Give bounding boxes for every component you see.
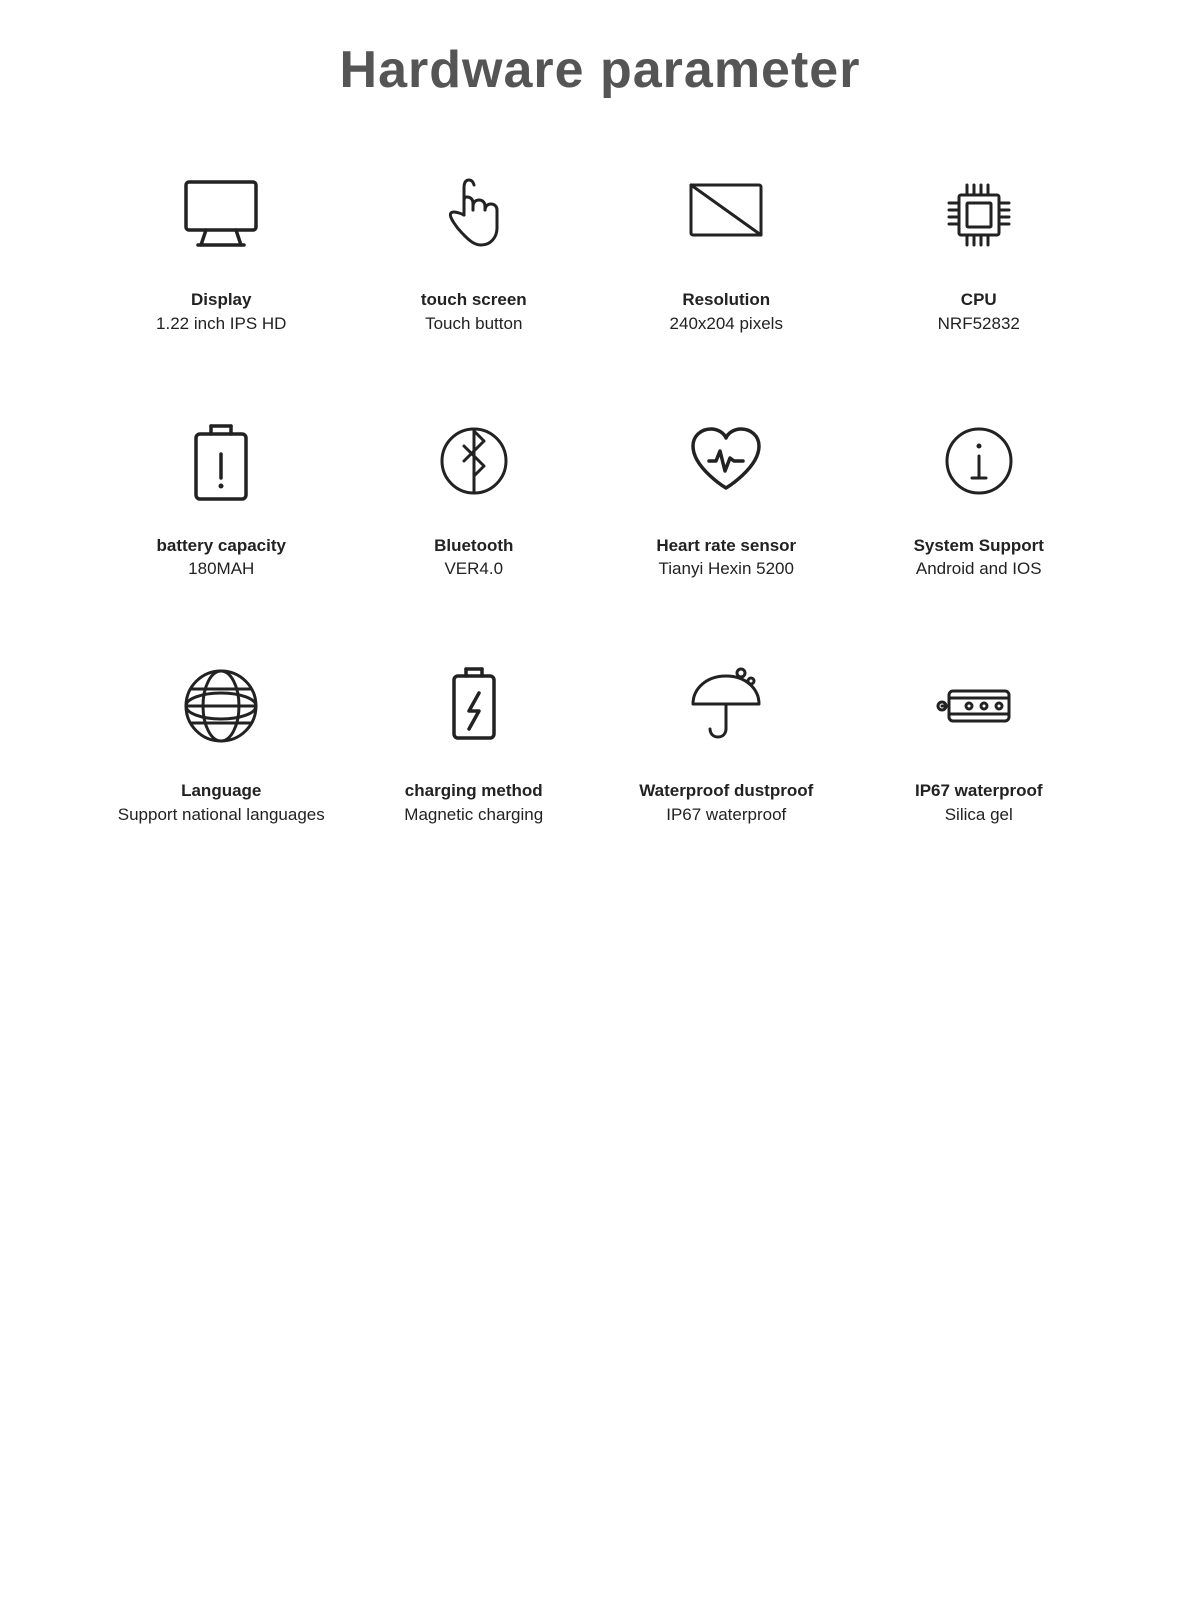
resolution-icon <box>671 160 781 270</box>
bluetooth-label-main: Bluetooth <box>434 534 513 558</box>
bluetooth-label-sub: VER4.0 <box>444 557 503 581</box>
cell-charging: charging method Magnetic charging <box>353 631 596 847</box>
charging-label-main: charging method <box>405 779 543 803</box>
cell-language: Language Support national languages <box>100 631 343 847</box>
cell-silica: IP67 waterproof Silica gel <box>858 631 1101 847</box>
waterproof-label-main: Waterproof dustproof <box>639 779 813 803</box>
waterproof-icon <box>671 651 781 761</box>
charging-label-sub: Magnetic charging <box>404 803 543 827</box>
cell-touch: touch screen Touch button <box>353 140 596 356</box>
silica-label-sub: Silica gel <box>945 803 1013 827</box>
cpu-icon <box>924 160 1034 270</box>
cell-cpu: CPU NRF52832 <box>858 140 1101 356</box>
system-label-main: System Support <box>914 534 1044 558</box>
cell-system: System Support Android and IOS <box>858 386 1101 602</box>
battery-label-main: battery capacity <box>157 534 286 558</box>
bluetooth-icon <box>419 406 529 516</box>
language-label-main: Language <box>181 779 261 803</box>
resolution-label-main: Resolution <box>682 288 770 312</box>
charging-icon <box>419 651 529 761</box>
battery-label-sub: 180MAH <box>188 557 254 581</box>
heartrate-label-sub: Tianyi Hexin 5200 <box>659 557 794 581</box>
page-title: Hardware parameter <box>340 40 861 100</box>
heartrate-icon <box>671 406 781 516</box>
language-icon <box>166 651 276 761</box>
system-icon <box>924 406 1034 516</box>
cell-bluetooth: Bluetooth VER4.0 <box>353 386 596 602</box>
display-icon <box>166 160 276 270</box>
display-label-main: Display <box>191 288 251 312</box>
display-label-sub: 1.22 inch IPS HD <box>156 312 286 336</box>
touch-label-main: touch screen <box>421 288 527 312</box>
touch-label-sub: Touch button <box>425 312 522 336</box>
cell-display: Display 1.22 inch IPS HD <box>100 140 343 356</box>
cell-battery: battery capacity 180MAH <box>100 386 343 602</box>
cpu-label-main: CPU <box>961 288 997 312</box>
heartrate-label-main: Heart rate sensor <box>656 534 796 558</box>
touch-icon <box>419 160 529 270</box>
resolution-label-sub: 240x204 pixels <box>670 312 783 336</box>
language-label-sub: Support national languages <box>118 803 325 827</box>
cell-waterproof: Waterproof dustproof IP67 waterproof <box>605 631 848 847</box>
hardware-grid: Display 1.22 inch IPS HD touch screen To… <box>100 140 1100 847</box>
battery-icon <box>166 406 276 516</box>
cell-resolution: Resolution 240x204 pixels <box>605 140 848 356</box>
system-label-sub: Android and IOS <box>916 557 1042 581</box>
silica-label-main: IP67 waterproof <box>915 779 1043 803</box>
cell-heartrate: Heart rate sensor Tianyi Hexin 5200 <box>605 386 848 602</box>
waterproof-label-sub: IP67 waterproof <box>666 803 786 827</box>
cpu-label-sub: NRF52832 <box>938 312 1020 336</box>
silica-icon <box>924 651 1034 761</box>
